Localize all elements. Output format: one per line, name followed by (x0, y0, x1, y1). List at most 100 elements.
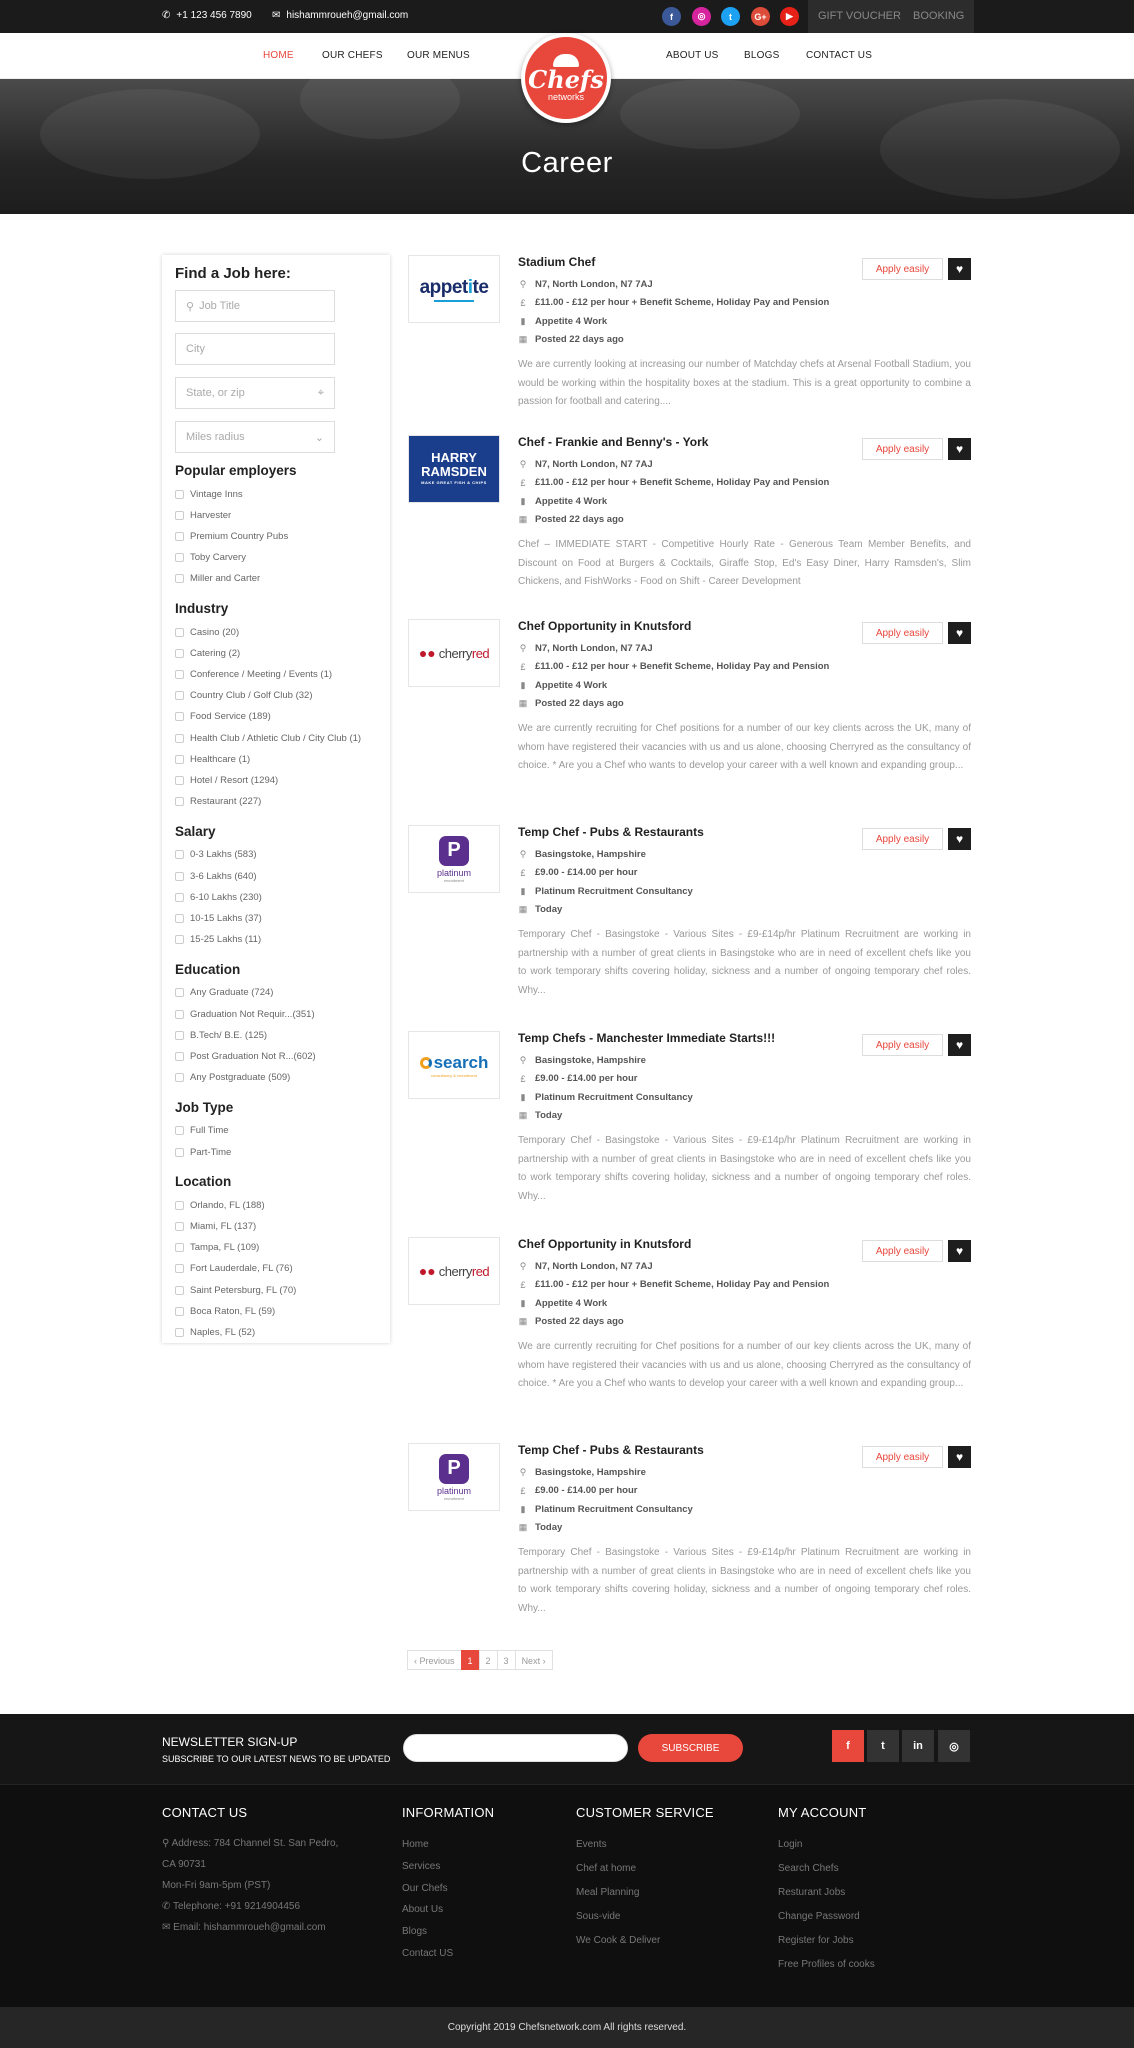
apply-easily-button[interactable]: Apply easily (862, 1034, 943, 1056)
next-page-button[interactable]: Next › (514, 1650, 553, 1670)
footer-link[interactable]: Free Profiles of cooks (778, 1959, 875, 1970)
checkbox[interactable] (175, 850, 184, 860)
footer-link[interactable]: Our Chefs (402, 1883, 448, 1894)
apply-easily-button[interactable]: Apply easily (862, 622, 943, 644)
favorite-button[interactable]: ♥ (948, 1034, 971, 1056)
subscribe-button[interactable]: SUBSCRIBE (638, 1734, 743, 1762)
checkbox[interactable] (175, 1264, 184, 1274)
checkbox[interactable] (175, 691, 184, 701)
favorite-button[interactable]: ♥ (948, 258, 971, 280)
apply-easily-button[interactable]: Apply easily (862, 828, 943, 850)
nav-our-menus[interactable]: OUR MENUS (407, 50, 470, 61)
favorite-button[interactable]: ♥ (948, 1446, 971, 1468)
checkbox[interactable] (175, 574, 184, 584)
filter-option[interactable]: Healthcare (1) (175, 751, 250, 767)
filter-option[interactable]: Full Time (175, 1123, 229, 1139)
checkbox[interactable] (175, 1073, 184, 1083)
nav-contact-us[interactable]: CONTACT US (806, 50, 872, 61)
checkbox[interactable] (175, 712, 184, 722)
filter-option[interactable]: Toby Carvery (175, 550, 246, 566)
previous-page-button[interactable]: ‹ Previous (407, 1650, 462, 1670)
footer-link[interactable]: Resturant Jobs (778, 1887, 845, 1898)
company-logo[interactable]: ●● cherryred (408, 1237, 500, 1305)
footer-link[interactable]: Sous-vide (576, 1911, 620, 1922)
filter-option[interactable]: Premium Country Pubs (175, 528, 288, 544)
footer-link[interactable]: Register for Jobs (778, 1935, 854, 1946)
footer-link[interactable]: Chef at home (576, 1863, 636, 1874)
checkbox[interactable] (175, 797, 184, 807)
favorite-button[interactable]: ♥ (948, 438, 971, 460)
phone-contact[interactable]: ✆ +1 123 456 7890 (162, 10, 252, 21)
filter-option[interactable]: Miller and Carter (175, 571, 260, 587)
checkbox[interactable] (175, 1200, 184, 1210)
filter-option[interactable]: B.Tech/ B.E. (125) (175, 1027, 267, 1043)
filter-option[interactable]: Harvester (175, 507, 231, 523)
job-title[interactable]: Temp Chefs - Manchester Immediate Starts… (518, 1031, 775, 1045)
twitter-icon[interactable]: t (721, 7, 740, 26)
checkbox[interactable] (175, 1221, 184, 1231)
gift-voucher-link[interactable]: GIFT VOUCHER (808, 0, 911, 33)
page-number-button[interactable]: 3 (496, 1650, 516, 1670)
checkbox[interactable] (175, 1009, 184, 1019)
favorite-button[interactable]: ♥ (948, 1240, 971, 1262)
job-title[interactable]: Temp Chef - Pubs & Restaurants (518, 825, 704, 839)
apply-easily-button[interactable]: Apply easily (862, 1446, 943, 1468)
checkbox[interactable] (175, 531, 184, 541)
nav-home[interactable]: HOME (263, 50, 294, 61)
filter-option[interactable]: Conference / Meeting / Events (1) (175, 666, 332, 682)
footer-link[interactable]: Services (402, 1861, 440, 1872)
job-title-input[interactable]: ⚲ Job Title (175, 290, 335, 322)
footer-link[interactable]: Change Password (778, 1911, 860, 1922)
facebook-icon[interactable]: f (662, 7, 681, 26)
checkbox[interactable] (175, 669, 184, 679)
checkbox[interactable] (175, 1051, 184, 1061)
checkbox[interactable] (175, 1126, 184, 1136)
filter-option[interactable]: Health Club / Athletic Club / City Club … (175, 730, 361, 746)
filter-option[interactable]: Any Postgraduate (509) (175, 1070, 290, 1086)
filter-option[interactable]: Food Service (189) (175, 709, 271, 725)
filter-option[interactable]: 6-10 Lakhs (230) (175, 889, 262, 905)
footer-link[interactable]: Meal Planning (576, 1887, 639, 1898)
filter-option[interactable]: Saint Petersburg, FL (70) (175, 1282, 296, 1298)
filter-option[interactable]: Graduation Not Requir...(351) (175, 1006, 315, 1022)
job-title[interactable]: Temp Chef - Pubs & Restaurants (518, 1443, 704, 1457)
footer-link[interactable]: Events (576, 1839, 607, 1850)
footer-link[interactable]: Login (778, 1839, 802, 1850)
favorite-button[interactable]: ♥ (948, 622, 971, 644)
footer-link[interactable]: About Us (402, 1904, 443, 1915)
linkedin-icon[interactable]: in (902, 1730, 934, 1762)
footer-link[interactable]: Search Chefs (778, 1863, 839, 1874)
youtube-icon[interactable]: ▶ (780, 7, 799, 26)
filter-option[interactable]: Boca Raton, FL (59) (175, 1303, 275, 1319)
filter-option[interactable]: 3-6 Lakhs (640) (175, 868, 257, 884)
job-title[interactable]: Chef Opportunity in Knutsford (518, 619, 691, 633)
filter-option[interactable]: Catering (2) (175, 645, 240, 661)
filter-option[interactable]: Tampa, FL (109) (175, 1240, 259, 1256)
filter-option[interactable]: Orlando, FL (188) (175, 1197, 265, 1213)
checkbox[interactable] (175, 1285, 184, 1295)
apply-easily-button[interactable]: Apply easily (862, 1240, 943, 1262)
checkbox[interactable] (175, 1327, 184, 1337)
checkbox[interactable] (175, 988, 184, 998)
chefs-network-logo[interactable]: Chefs networks (521, 33, 611, 123)
footer-link[interactable]: Contact US (402, 1948, 453, 1959)
checkbox[interactable] (175, 648, 184, 658)
checkbox[interactable] (175, 913, 184, 923)
filter-option[interactable]: Post Graduation Not R...(602) (175, 1048, 316, 1064)
checkbox[interactable] (175, 775, 184, 785)
checkbox[interactable] (175, 754, 184, 764)
filter-option[interactable]: Restaurant (227) (175, 794, 261, 810)
filter-option[interactable]: Naples, FL (52) (175, 1324, 255, 1340)
checkbox[interactable] (175, 892, 184, 902)
nav-blogs[interactable]: BLOGS (744, 50, 779, 61)
apply-easily-button[interactable]: Apply easily (862, 438, 943, 460)
twitter-icon[interactable]: t (867, 1730, 899, 1762)
footer-link[interactable]: We Cook & Deliver (576, 1935, 660, 1946)
filter-option[interactable]: Any Graduate (724) (175, 985, 273, 1001)
state-zip-input[interactable]: State, or zip ⌖ (175, 377, 335, 409)
footer-link[interactable]: Blogs (402, 1926, 427, 1937)
job-title[interactable]: Chef - Frankie and Benny's - York (518, 435, 708, 449)
checkbox[interactable] (175, 1306, 184, 1316)
filter-option[interactable]: 15-25 Lakhs (11) (175, 932, 261, 948)
checkbox[interactable] (175, 1147, 184, 1157)
